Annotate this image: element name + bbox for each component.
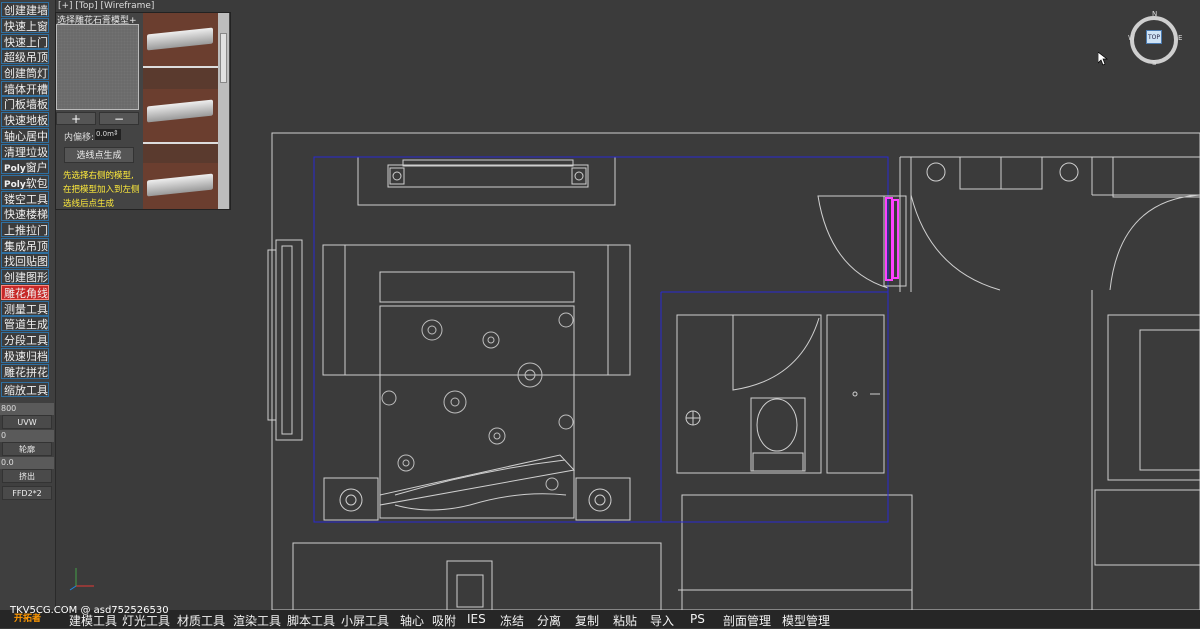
offset-spinner[interactable]: ⇕: [113, 129, 119, 137]
menu-small-screen-tools[interactable]: 小屏工具: [341, 612, 389, 629]
tool-poly-window-button[interactable]: Poly窗户: [1, 159, 49, 174]
menu-section-manager[interactable]: 剖面管理: [723, 612, 771, 629]
ffd-button[interactable]: FFD2*2: [2, 486, 52, 500]
tool-quick-door-button[interactable]: 快速上门: [1, 34, 49, 49]
uvw-button[interactable]: UVW: [2, 415, 52, 429]
tool-wall-slot-button[interactable]: 墙体开槽: [1, 81, 49, 96]
menu-render-tools[interactable]: 渲染工具: [233, 612, 281, 629]
menu-ps[interactable]: PS: [690, 612, 705, 626]
tool-quick-floor-button[interactable]: 快速地板: [1, 112, 49, 127]
tool-center-pivot-button[interactable]: 轴心居中: [1, 128, 49, 143]
tool-carved-pattern-button[interactable]: 雕花拼花: [1, 364, 49, 379]
viewcube[interactable]: TOP N S W E: [1126, 10, 1184, 67]
tool-sliding-door-button[interactable]: 上推拉门: [1, 222, 49, 237]
tool-downlight-button[interactable]: 创建筒灯: [1, 65, 49, 80]
menu-copy[interactable]: 复制: [575, 612, 599, 629]
tool-door-panel-button[interactable]: 门板墙板: [1, 96, 49, 111]
generate-button[interactable]: 选线点生成: [64, 147, 134, 163]
menu-import[interactable]: 导入: [650, 612, 674, 629]
hint-line-1: 先选择右侧的模型,: [63, 171, 134, 181]
poly-prefix: Poly: [4, 164, 26, 174]
axis-gizmo-icon: [69, 568, 94, 591]
offset-label: 内偏移:: [64, 133, 95, 143]
tool-super-ceiling-button[interactable]: 超级吊顶: [1, 49, 49, 64]
tool-integrated-ceiling-button[interactable]: 集成吊顶: [1, 238, 49, 253]
tool-hollow-button[interactable]: 镂空工具: [1, 191, 49, 206]
tool-create-wall-button[interactable]: 创建建墙: [1, 2, 49, 17]
poly-prefix: Poly: [4, 180, 26, 190]
remove-button[interactable]: −: [99, 112, 139, 125]
poly-window-label: 窗户: [25, 161, 48, 174]
tool-quick-stairs-button[interactable]: 快速楼梯: [1, 206, 49, 221]
viewcube-top-face[interactable]: TOP: [1146, 30, 1162, 44]
thumbnail-item[interactable]: [143, 13, 218, 68]
bottom-toolbar: 建模工具 灯光工具 材质工具 渲染工具 脚本工具 小屏工具 轴心 吸附 IES …: [0, 610, 1200, 628]
compass-north: N: [1152, 10, 1158, 18]
menu-paste[interactable]: 粘贴: [613, 612, 637, 629]
tool-carved-molding-button[interactable]: 雕花角线: [1, 285, 49, 300]
thumbnail-item[interactable]: [143, 89, 218, 144]
value-field-1[interactable]: 800: [0, 403, 54, 415]
model-thumbnail-list[interactable]: [143, 13, 218, 209]
scrollbar-thumb[interactable]: [220, 33, 227, 83]
compass-west: W: [1128, 34, 1135, 42]
hint-line-2: 在把模型加入到左侧: [63, 185, 140, 195]
menu-pivot[interactable]: 轴心: [400, 612, 424, 629]
tool-measure-button[interactable]: 测量工具: [1, 301, 49, 316]
left-toolbar: 创建建墙 快速上窗 快速上门 超级吊顶 创建筒灯 墙体开槽 门板墙板 快速地板 …: [0, 0, 56, 610]
compass-south: S: [1152, 59, 1157, 67]
value-field-2[interactable]: 0: [0, 430, 54, 442]
viewport-label[interactable]: [+] [Top] [Wireframe]: [58, 1, 154, 11]
watermark-text: TKV5CG.COM @ asd752526530: [10, 605, 169, 616]
poly-softpack-label: 软包: [25, 177, 48, 190]
contour-button[interactable]: 轮廓: [2, 442, 52, 456]
tool-pipe-button[interactable]: 管道生成: [1, 316, 49, 331]
mouse-cursor-icon: [1098, 52, 1108, 66]
menu-detach[interactable]: 分离: [537, 612, 561, 629]
compass-east: E: [1178, 34, 1183, 42]
menu-material-tools[interactable]: 材质工具: [177, 612, 225, 629]
tool-poly-softpack-button[interactable]: Poly软包: [1, 175, 49, 190]
hint-line-3: 选线后点生成: [63, 199, 115, 209]
thumbnail-item[interactable]: [143, 163, 218, 209]
thumbnail-scrollbar[interactable]: [218, 13, 229, 209]
tool-clean-garbage-button[interactable]: 清理垃圾: [1, 144, 49, 159]
add-button[interactable]: +: [56, 112, 96, 125]
molding-panel: 选择雕花石膏模型+ + − 内偏移: 0.0m ⇕ 选线点生成 先选择右侧的模型…: [55, 12, 231, 210]
menu-ies[interactable]: IES: [467, 612, 486, 626]
menu-snap[interactable]: 吸附: [432, 612, 456, 629]
tool-quick-window-button[interactable]: 快速上窗: [1, 18, 49, 33]
extrude-button[interactable]: 挤出: [2, 469, 52, 483]
tool-scale-button[interactable]: 缩放工具: [1, 382, 49, 397]
value-field-3[interactable]: 0.0: [0, 457, 54, 469]
model-preview: [56, 24, 139, 110]
menu-script-tools[interactable]: 脚本工具: [287, 612, 335, 629]
tool-create-shape-button[interactable]: 创建图形: [1, 269, 49, 284]
menu-freeze[interactable]: 冻结: [500, 612, 524, 629]
tool-segment-button[interactable]: 分段工具: [1, 332, 49, 347]
tool-find-maps-button[interactable]: 找回贴图: [1, 253, 49, 268]
menu-model-manager[interactable]: 模型管理: [782, 612, 830, 629]
tool-archive-button[interactable]: 极速归档: [1, 348, 49, 363]
